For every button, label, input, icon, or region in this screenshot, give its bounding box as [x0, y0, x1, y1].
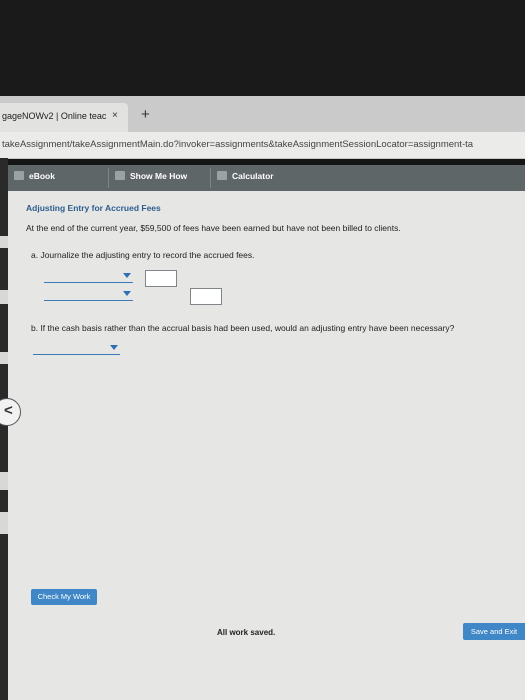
account-dropdown-credit[interactable] — [44, 288, 133, 301]
account-dropdown-debit[interactable] — [44, 270, 133, 283]
chevron-down-icon — [123, 291, 131, 296]
problem-statement: At the end of the current year, $59,500 … — [26, 223, 401, 233]
show-me-how-button[interactable]: Show Me How — [130, 171, 187, 181]
part-a-question: a. Journalize the adjusting entry to rec… — [31, 250, 255, 260]
calculator-icon — [217, 171, 227, 180]
question-panel — [8, 191, 525, 700]
adjusting-entry-dropdown[interactable] — [33, 342, 120, 355]
check-my-work-button[interactable]: Check My Work — [31, 589, 97, 605]
ebook-button[interactable]: eBook — [29, 171, 55, 181]
address-url[interactable]: takeAssignment/takeAssignmentMain.do?inv… — [2, 139, 473, 150]
debit-amount-input[interactable] — [145, 270, 177, 287]
chevron-left-icon[interactable]: < — [4, 402, 13, 419]
part-b-question: b. If the cash basis rather than the acc… — [31, 323, 455, 333]
left-edge-mark — [0, 512, 8, 534]
browser-tab-title: gageNOWv2 | Online teac — [2, 111, 107, 121]
calculator-button[interactable]: Calculator — [232, 171, 274, 181]
video-icon — [115, 171, 125, 180]
book-icon — [14, 171, 24, 180]
save-and-exit-button[interactable]: Save and Exit — [463, 623, 525, 640]
problem-heading: Adjusting Entry for Accrued Fees — [26, 203, 161, 213]
toolbar-divider — [210, 168, 211, 188]
chevron-down-icon — [110, 345, 118, 350]
screen-dark-area — [0, 0, 525, 96]
credit-amount-input[interactable] — [190, 288, 222, 305]
chevron-down-icon — [123, 273, 131, 278]
left-edge-mark — [0, 236, 8, 248]
left-edge-mark — [0, 352, 8, 364]
toolbar-divider — [108, 168, 109, 188]
left-edge-mark — [0, 472, 8, 490]
left-edge-mark — [0, 290, 8, 304]
close-icon[interactable]: × — [112, 110, 118, 121]
new-tab-icon[interactable]: + — [141, 106, 150, 123]
save-status: All work saved. — [217, 628, 276, 637]
